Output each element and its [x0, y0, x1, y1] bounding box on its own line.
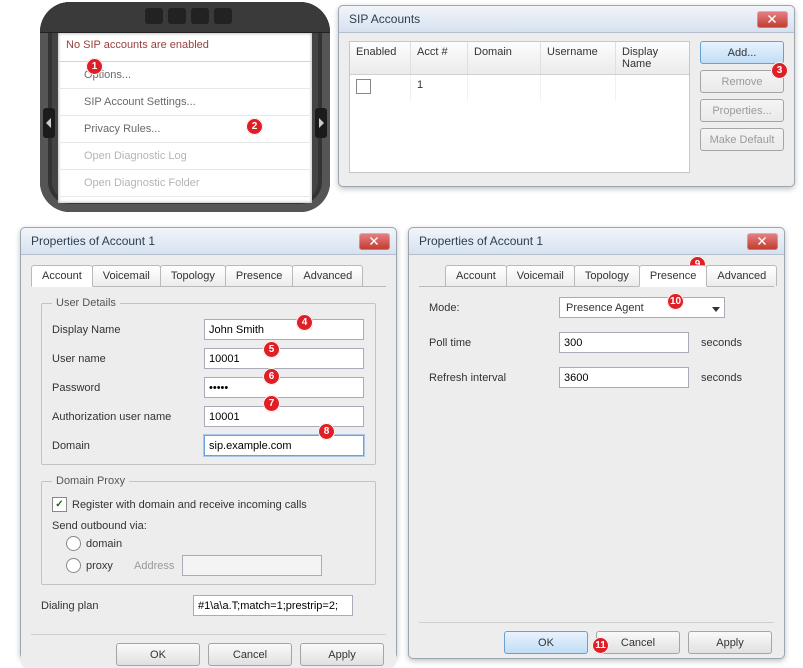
register-checkbox[interactable]	[52, 497, 67, 512]
display-name-field[interactable]	[204, 319, 364, 340]
sip-accounts-window: SIP Accounts Enabled Acct # Domain Usern…	[338, 5, 795, 187]
col-enabled[interactable]: Enabled	[350, 42, 411, 74]
dialing-plan-field[interactable]	[193, 595, 353, 616]
phone-top-bezel	[40, 2, 330, 33]
menu-diagnostic-log: Open Diagnostic Log	[58, 143, 312, 170]
tab-topology[interactable]: Topology	[160, 265, 226, 286]
callout-1: 1	[86, 58, 103, 75]
properties-button[interactable]: Properties...	[700, 99, 784, 122]
propA-title: Properties of Account 1	[31, 234, 155, 248]
tab-topology[interactable]: Topology	[574, 265, 640, 286]
callout-2: 2	[246, 118, 263, 135]
domain-proxy-group: Domain Proxy Register with domain and re…	[41, 475, 376, 585]
close-icon[interactable]	[757, 11, 788, 28]
apply-button[interactable]: Apply	[688, 631, 772, 654]
mode-combobox[interactable]: Presence Agent	[559, 297, 725, 318]
radio-domain[interactable]	[66, 536, 81, 551]
callout-8: 8	[318, 423, 335, 440]
close-icon[interactable]	[359, 233, 390, 250]
close-icon[interactable]	[747, 233, 778, 250]
callout-11: 11	[592, 637, 609, 654]
radio-proxy[interactable]	[66, 558, 81, 573]
properties-account-window: Properties of Account 1 Account Voicemai…	[20, 227, 397, 659]
tab-advanced[interactable]: Advanced	[292, 265, 363, 286]
menu-privacy-rules[interactable]: Privacy Rules...	[58, 116, 312, 143]
tab-account[interactable]: Account	[445, 265, 507, 286]
ok-button[interactable]: OK	[504, 631, 588, 654]
enabled-checkbox[interactable]	[356, 79, 371, 94]
table-row[interactable]: 1	[350, 75, 689, 101]
properties-presence-window: Properties of Account 1 Account Voicemai…	[408, 227, 785, 659]
auth-username-field[interactable]	[204, 406, 364, 427]
accounts-table: Enabled Acct # Domain Username Display N…	[349, 41, 690, 173]
make-default-button[interactable]: Make Default	[700, 128, 784, 151]
cell-display	[616, 75, 689, 101]
tab-account[interactable]: Account	[31, 265, 93, 287]
col-domain[interactable]: Domain	[468, 42, 541, 74]
apply-button[interactable]: Apply	[300, 643, 384, 666]
callout-5: 5	[263, 341, 280, 358]
password-field[interactable]	[204, 377, 364, 398]
sip-title: SIP Accounts	[349, 12, 420, 26]
phone-right-arrow[interactable]	[315, 108, 327, 138]
propB-title: Properties of Account 1	[419, 234, 543, 248]
callout-10: 10	[667, 293, 684, 310]
tab-presence[interactable]: Presence	[225, 265, 293, 286]
tab-voicemail[interactable]: Voicemail	[506, 265, 575, 286]
phone-left-arrow[interactable]	[43, 108, 55, 138]
col-username[interactable]: Username	[541, 42, 616, 74]
cell-domain	[468, 75, 541, 101]
callout-3: 3	[771, 62, 788, 79]
cell-acct: 1	[411, 75, 468, 101]
chevron-down-icon	[712, 304, 720, 316]
col-display[interactable]: Display Name	[616, 42, 689, 74]
username-field[interactable]	[204, 348, 364, 369]
poll-time-field[interactable]	[559, 332, 689, 353]
callout-6: 6	[263, 368, 280, 385]
ok-button[interactable]: OK	[116, 643, 200, 666]
add-button[interactable]: Add...	[700, 41, 784, 64]
tab-voicemail[interactable]: Voicemail	[92, 265, 161, 286]
cancel-button[interactable]: Cancel	[208, 643, 292, 666]
tab-advanced[interactable]: Advanced	[706, 265, 777, 286]
proxy-address-field	[182, 555, 322, 576]
sip-title-bar: SIP Accounts	[339, 6, 794, 33]
menu-sip-account-settings[interactable]: SIP Account Settings...	[58, 89, 312, 116]
domain-field[interactable]	[204, 435, 364, 456]
callout-7: 7	[263, 395, 280, 412]
col-acct[interactable]: Acct #	[411, 42, 468, 74]
tab-presence[interactable]: Presence	[639, 265, 707, 287]
menu-diagnostic-folder: Open Diagnostic Folder	[58, 170, 312, 197]
callout-4: 4	[296, 314, 313, 331]
phone-device: No SIP accounts are enabled Options... S…	[40, 2, 330, 212]
refresh-interval-field[interactable]	[559, 367, 689, 388]
cell-username	[541, 75, 616, 101]
